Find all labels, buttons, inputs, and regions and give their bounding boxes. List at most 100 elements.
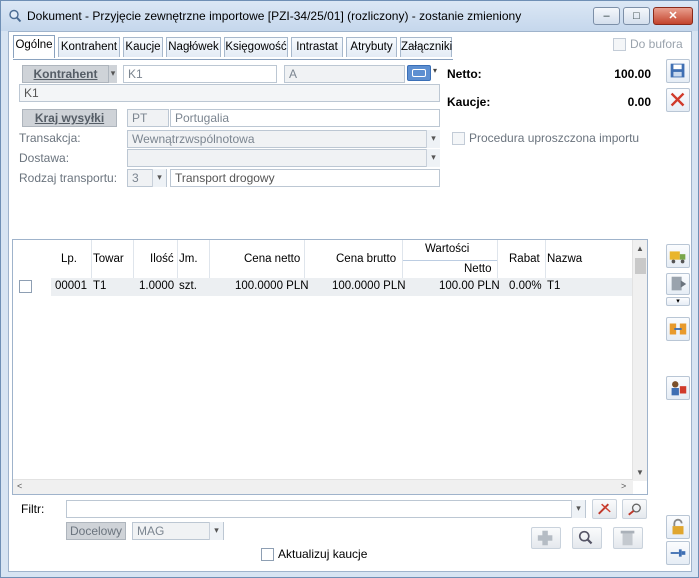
export-button[interactable] xyxy=(666,273,690,295)
cell-towar: T1 xyxy=(93,280,107,292)
dostawa-select[interactable] xyxy=(127,149,440,167)
tab-zalaczniki[interactable]: Załączniki xyxy=(400,37,452,57)
col-lp[interactable]: Lp. xyxy=(61,253,77,265)
link-documents-button[interactable] xyxy=(666,317,690,341)
aktualizuj-kaucje-checkbox[interactable] xyxy=(261,548,274,561)
trash-icon xyxy=(620,530,635,546)
col-cena-netto[interactable]: Cena netto xyxy=(244,253,300,265)
kraj-code-input[interactable]: PT xyxy=(127,109,169,127)
col-wartosci[interactable]: Wartości xyxy=(425,243,469,255)
filter-search-icon xyxy=(628,503,641,516)
kontrahent-chevron-icon[interactable]: ▾ xyxy=(109,65,117,83)
lock-button[interactable] xyxy=(666,515,690,539)
scroll-left-icon[interactable]: < xyxy=(17,481,22,491)
window-title: Dokument - Przyjęcie zewnętrzne importow… xyxy=(27,9,522,23)
tab-kaucje[interactable]: Kaucje xyxy=(123,37,163,57)
red-x-icon xyxy=(670,92,685,107)
delivery-truck-button[interactable] xyxy=(666,244,690,268)
cell-ilosc: 1.0000 xyxy=(139,280,175,292)
do-bufora-checkbox[interactable] xyxy=(613,38,626,51)
transport-chevron-icon[interactable]: ▾ xyxy=(152,169,166,187)
title-bar: Dokument - Przyjęcie zewnętrzne importow… xyxy=(1,1,698,31)
kaucje-value: 0.00 xyxy=(627,95,651,109)
kraj-name-input[interactable]: Portugalia xyxy=(170,109,440,127)
col-netto[interactable]: Netto xyxy=(464,263,492,275)
scroll-down-icon[interactable]: ▼ xyxy=(636,468,644,477)
col-jm[interactable]: Jm. xyxy=(179,253,198,265)
cell-lp: 00001 xyxy=(55,280,87,292)
tab-intrastat[interactable]: Intrastat xyxy=(291,37,343,57)
vertical-scrollbar[interactable]: ▲ ▼ xyxy=(632,240,647,481)
advanced-filter-button[interactable] xyxy=(622,499,647,519)
kraj-wysylki-button[interactable]: Kraj wysyłki xyxy=(22,109,117,127)
floppy-disk-icon xyxy=(670,63,685,78)
procedura-checkbox[interactable] xyxy=(452,132,465,145)
tab-ksiegowosc[interactable]: Księgowość xyxy=(224,37,288,57)
cell-nazwa: T1 xyxy=(547,280,561,292)
procedura-label: Procedura uproszczona importu xyxy=(469,131,640,145)
minimize-button[interactable]: – xyxy=(593,7,620,25)
scroll-thumb[interactable] xyxy=(635,258,646,274)
transakcja-label: Transakcja: xyxy=(19,131,81,145)
netto-label: Netto: xyxy=(447,67,482,81)
dostawa-chevron-icon[interactable]: ▾ xyxy=(426,149,440,167)
document-panel: Ogólne Kontrahent Kaucje Nagłówek Księgo… xyxy=(8,31,692,572)
add-item-button[interactable] xyxy=(531,527,561,549)
transport-name-input[interactable]: Transport drogowy xyxy=(170,169,440,187)
aktualizuj-kaucje-label: Aktualizuj kaucje xyxy=(278,547,368,561)
kontrahent-code-input[interactable]: K1 xyxy=(123,65,277,83)
tab-kontrahent[interactable]: Kontrahent xyxy=(58,37,120,57)
document-arrow-icon xyxy=(671,276,687,291)
col-nazwa[interactable]: Nazwa xyxy=(547,253,582,265)
maximize-button[interactable]: □ xyxy=(623,7,650,25)
cell-cena-netto: 100.0000 PLN xyxy=(235,280,309,292)
filter-chevron-icon[interactable]: ▾ xyxy=(571,500,585,518)
scroll-right-icon[interactable]: > xyxy=(621,481,626,491)
users-icon xyxy=(671,381,687,396)
scroll-up-icon[interactable]: ▲ xyxy=(636,244,644,253)
clear-filter-icon xyxy=(598,503,611,515)
cancel-button[interactable] xyxy=(666,88,690,112)
kontrahent-name-input[interactable]: K1 xyxy=(19,84,440,102)
delete-item-button[interactable] xyxy=(613,527,643,549)
tab-atrybuty[interactable]: Atrybuty xyxy=(346,37,397,57)
horizontal-scrollbar[interactable]: < > xyxy=(13,479,633,494)
transakcja-select[interactable]: Wewnątrzwspólnotowa xyxy=(127,130,440,148)
cell-rabat: 0.00% xyxy=(509,280,542,292)
cell-netto: 100.00 PLN xyxy=(439,280,500,292)
items-grid: Lp. Towar Ilość Jm. Cena netto Cena brut… xyxy=(12,239,648,495)
tab-naglowek[interactable]: Nagłówek xyxy=(166,37,221,57)
header-divider xyxy=(402,260,497,261)
col-rabat[interactable]: Rabat xyxy=(509,253,540,265)
col-cena-brutto[interactable]: Cena brutto xyxy=(336,253,396,265)
do-bufora-label: Do bufora xyxy=(630,37,683,51)
close-button[interactable]: ✕ xyxy=(653,7,693,25)
transport-label: Rodzaj transportu: xyxy=(19,171,118,185)
tab-underline xyxy=(13,59,453,60)
kontrahent-type-input[interactable]: A xyxy=(284,65,405,83)
docelowy-button[interactable]: Docelowy xyxy=(66,522,126,540)
col-towar[interactable]: Towar xyxy=(93,253,124,265)
filter-input[interactable] xyxy=(66,500,586,518)
magnifier-document-icon xyxy=(9,9,22,23)
dostawa-label: Dostawa: xyxy=(19,151,70,165)
table-row[interactable]: 00001 T1 1.0000 szt. 100.0000 PLN 100.00… xyxy=(51,278,633,296)
link-arrows-icon xyxy=(669,323,687,335)
user-transfer-button[interactable] xyxy=(666,376,690,400)
row-select-checkbox[interactable] xyxy=(19,280,32,293)
contact-card-icon[interactable] xyxy=(407,65,431,81)
pin-icon xyxy=(670,549,686,557)
export-dropdown-button[interactable]: ▾ xyxy=(666,297,690,306)
document-window: Dokument - Przyjęcie zewnętrzne importow… xyxy=(0,0,699,578)
transakcja-chevron-icon[interactable]: ▾ xyxy=(426,130,440,148)
clear-filter-button[interactable] xyxy=(592,499,617,519)
magazyn-chevron-icon[interactable]: ▾ xyxy=(209,522,223,540)
pin-button[interactable] xyxy=(666,541,690,565)
save-button[interactable] xyxy=(666,59,690,83)
kontrahent-button[interactable]: Kontrahent xyxy=(22,65,109,83)
contact-card-chevron-icon[interactable]: ▾ xyxy=(433,66,437,75)
view-item-button[interactable] xyxy=(572,527,602,549)
kaucje-label: Kaucje: xyxy=(447,95,491,109)
col-ilosc[interactable]: Ilość xyxy=(150,253,174,265)
tab-ogolne[interactable]: Ogólne xyxy=(13,35,55,58)
